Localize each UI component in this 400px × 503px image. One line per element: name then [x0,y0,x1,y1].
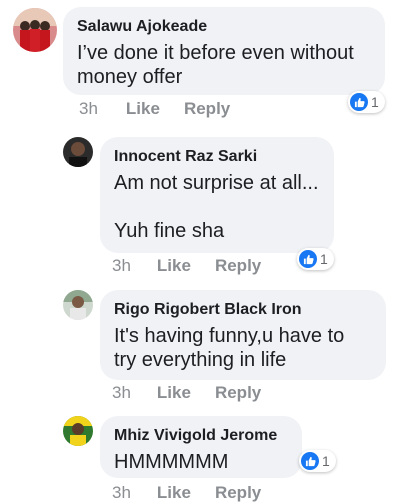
comment-bubble: Rigo Rigobert Black Iron It's having fun… [100,290,386,380]
comment-author[interactable]: Salawu Ajokeade [77,17,371,37]
comment-time[interactable]: 3h [112,483,131,503]
reply-button[interactable]: Reply [184,99,230,119]
reply-button[interactable]: Reply [215,383,261,403]
comment-text: I’ve done it before even without money o… [77,42,360,88]
comment-actions: 3h Like Reply [112,483,261,503]
reaction-badge[interactable]: 1 [297,248,334,270]
comment-author[interactable]: Rigo Rigobert Black Iron [114,300,372,320]
comment-bubble: Salawu Ajokeade I’ve done it before even… [63,7,385,95]
reaction-count: 1 [371,94,379,110]
avatar[interactable] [63,290,93,320]
avatar[interactable] [63,137,93,167]
comment-author[interactable]: Mhiz Vivigold Jerome [114,426,288,446]
comment-author[interactable]: Innocent Raz Sarki [114,147,320,167]
reaction-count: 1 [322,453,330,469]
reply-button[interactable]: Reply [215,483,261,503]
like-button[interactable]: Like [157,483,191,503]
comment-text: Am not surprise at all... Yuh fine sha [114,172,319,242]
reply-button[interactable]: Reply [215,256,261,276]
comment-time[interactable]: 3h [112,256,131,276]
avatar[interactable] [13,8,57,52]
reaction-count: 1 [320,251,328,267]
like-button[interactable]: Like [126,99,160,119]
comment-time[interactable]: 3h [79,99,98,119]
comment-actions: 3h Like Reply [112,383,261,403]
like-thumb-icon [299,250,317,268]
avatar[interactable] [63,416,93,446]
reaction-badge[interactable]: 1 [348,91,385,113]
like-thumb-icon [350,93,368,111]
like-button[interactable]: Like [157,383,191,403]
comment-time[interactable]: 3h [112,383,131,403]
comment-text: HMMMMMM [114,451,229,473]
comment-bubble: Innocent Raz Sarki Am not surprise at al… [100,137,334,253]
like-thumb-icon [301,452,319,470]
comment-text: It's having funny,u have to try everythi… [114,325,350,371]
comment-actions: 3h Like Reply [79,99,230,119]
comment-bubble: Mhiz Vivigold Jerome HMMMMMM [100,416,302,478]
reaction-badge[interactable]: 1 [299,450,336,472]
comment-actions: 3h Like Reply [112,256,261,276]
like-button[interactable]: Like [157,256,191,276]
